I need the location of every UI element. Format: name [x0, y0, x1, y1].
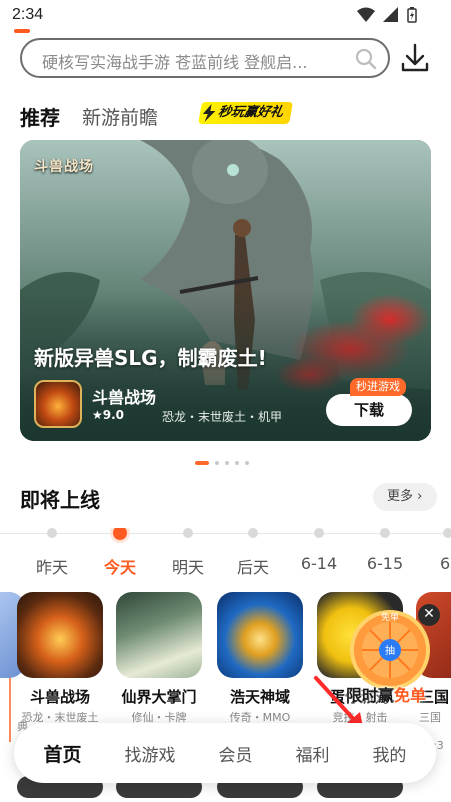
float-promo-text-highlight: 免单	[394, 686, 427, 705]
timeline-date[interactable]: 9	[0, 528, 22, 573]
timeline-dot	[248, 528, 258, 538]
close-icon[interactable]: ✕	[418, 604, 440, 626]
wheel-center-label: 抽	[385, 644, 395, 657]
timeline-date-label: 6-15	[366, 554, 404, 573]
carousel-indicator	[195, 461, 249, 465]
nav-mine[interactable]: 我的	[372, 741, 406, 766]
game-card[interactable]: 斗兽战场 恐龙・末世废土	[14, 592, 106, 798]
nav-find-games[interactable]: 找游戏	[124, 741, 175, 766]
battery-icon	[407, 7, 417, 23]
search-input[interactable]: 硬核写实海战手游 苍蓝前线 登舰启...	[20, 38, 390, 78]
banner-headline: 新版异兽SLG，制霸废土!	[34, 346, 267, 370]
bolt-icon	[202, 104, 216, 122]
game-tags: 三国	[419, 711, 441, 724]
carousel-dot	[235, 461, 239, 465]
nav-home[interactable]: 首页	[43, 740, 81, 767]
timeline-date-active[interactable]: 今天	[90, 528, 150, 578]
banner-game-tags: 恐龙・末世废土・机甲	[162, 410, 283, 424]
timeline-dot	[113, 528, 127, 540]
status-icons	[357, 7, 417, 23]
game-name: 仙界大掌门	[121, 688, 197, 706]
timeline-date-label: 后天	[236, 558, 269, 577]
timeline-dot	[380, 528, 390, 538]
star-icon: ★	[92, 408, 103, 422]
timeline-date[interactable]: 6-	[418, 528, 451, 573]
tab-new-preview[interactable]: 新游前瞻	[82, 103, 158, 130]
quickplay-badge: 秒进游戏	[350, 378, 406, 396]
timeline-date-label: 昨天	[35, 558, 68, 577]
timeline-date-label: 6-14	[300, 554, 338, 573]
featured-banner[interactable]: 斗兽战场 新版异兽SLG，制霸废土! 斗兽战场 ★9.0 恐龙・末世废土・机甲 …	[20, 140, 431, 441]
timeline-dot	[314, 528, 324, 538]
status-time: 2:34	[12, 6, 44, 23]
timeline-dot	[47, 528, 57, 538]
timeline-date-label: 今天	[103, 558, 136, 577]
status-bar: 2:34	[0, 0, 451, 32]
banner-game-icon[interactable]	[34, 380, 82, 428]
more-button-label: 更多	[387, 489, 414, 504]
timeline-date[interactable]: 6-14	[289, 528, 349, 573]
upcoming-section-title: 即将上线	[20, 488, 100, 512]
game-thumb	[217, 592, 303, 678]
download-icon[interactable]	[400, 42, 430, 74]
promo-tag[interactable]: 秒玩赢好礼	[198, 102, 293, 124]
search-row: 硬核写实海战手游 苍蓝前线 登舰启...	[0, 38, 451, 82]
carousel-dot	[245, 461, 249, 465]
game-name: 斗兽战场	[29, 688, 90, 706]
release-timeline: 9 昨天 今天 明天 后天 6-14 6-15 6-	[0, 528, 451, 588]
timeline-dot	[443, 528, 451, 538]
carousel-dot-active	[195, 461, 209, 465]
signal-icon	[383, 7, 398, 22]
tab-active-indicator	[14, 29, 30, 33]
wheel-top-label: 免单	[381, 611, 399, 623]
timeline-date-label: 6-	[440, 554, 451, 573]
more-button[interactable]: 更多 ›	[373, 483, 437, 511]
timeline-date[interactable]: 6-15	[355, 528, 415, 573]
banner-rating-value: 9.0	[102, 408, 125, 422]
timeline-date[interactable]: 昨天	[22, 528, 82, 578]
chevron-right-icon: ›	[417, 489, 423, 504]
timeline-dot	[183, 528, 193, 538]
game-card[interactable]: 仙界大掌门 修仙・卡牌	[113, 592, 205, 798]
timeline-date[interactable]: 明天	[158, 528, 218, 578]
game-name: 浩天神域	[229, 688, 290, 706]
top-tabs: 推荐 新游前瞻	[20, 100, 158, 132]
banner-game-logo: 斗兽战场	[34, 159, 94, 175]
banner-download-button[interactable]: 下载	[326, 394, 412, 426]
timeline-date-label: 9	[0, 554, 22, 573]
game-thumb	[17, 592, 103, 678]
timeline-date[interactable]: 后天	[223, 528, 283, 578]
wifi-icon	[357, 7, 375, 22]
banner-game-name[interactable]: 斗兽战场	[92, 384, 156, 408]
bottom-navigation: 首页 找游戏 会员 福利 我的	[14, 723, 436, 783]
carousel-dot	[225, 461, 229, 465]
search-icon[interactable]	[354, 47, 378, 71]
banner-rating: ★9.0	[92, 408, 124, 422]
promo-tag-label: 秒玩赢好礼	[216, 105, 285, 120]
nav-membership[interactable]: 会员	[218, 741, 252, 766]
nav-benefits[interactable]: 福利	[295, 741, 329, 766]
carousel-dot	[215, 461, 219, 465]
game-thumb	[116, 592, 202, 678]
tab-recommend[interactable]: 推荐	[20, 102, 60, 131]
search-placeholder: 硬核写实海战手游 苍蓝前线 登舰启...	[42, 53, 308, 72]
timeline-date-label: 明天	[171, 558, 204, 577]
game-card[interactable]: 浩天神域 传奇・MMO	[214, 592, 306, 798]
